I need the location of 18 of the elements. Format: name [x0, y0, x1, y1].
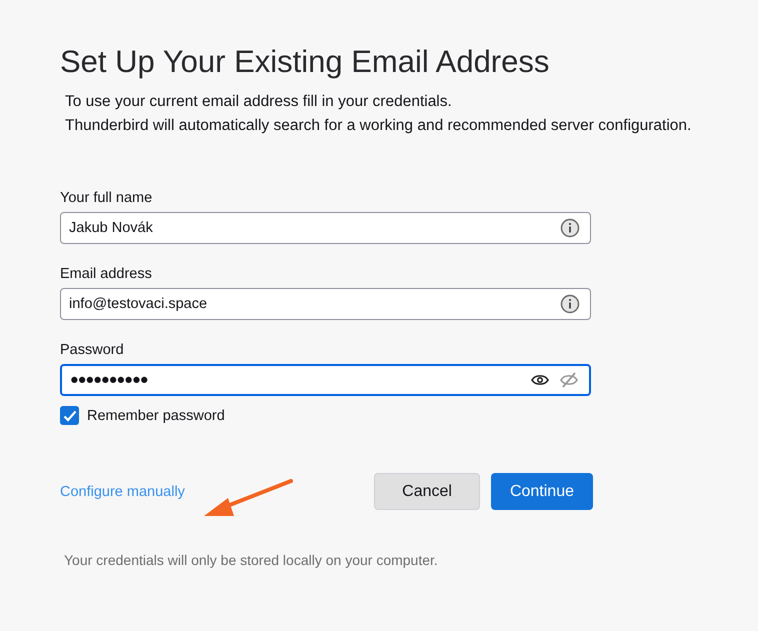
page-title: Set Up Your Existing Email Address — [60, 44, 550, 80]
description-text: To use your current email address fill in your credentials. — [65, 92, 453, 112]
eye-slash-icon[interactable] — [559, 371, 579, 389]
field-label: Your full name — [60, 190, 154, 206]
eye-icon[interactable] — [531, 373, 549, 387]
field-label: Password — [60, 342, 125, 358]
description-text: Thunderbird will automatically search for a working and recommended server configuration. — [65, 116, 692, 136]
checkbox[interactable] — [60, 406, 79, 425]
input-field[interactable]: Jakub Novák — [60, 212, 591, 244]
info-icon[interactable] — [560, 218, 580, 238]
cancel-button[interactable]: Cancel — [374, 473, 480, 510]
field-label: Email address — [60, 266, 153, 282]
info-icon[interactable] — [560, 294, 580, 314]
continue-button[interactable]: Continue — [490, 473, 593, 510]
checkbox-label: Remember password — [87, 408, 225, 424]
footer-note: Your credentials will only be stored locally on your computer. — [64, 552, 439, 568]
input-field[interactable]: info@testovaci.space — [60, 288, 591, 320]
password-field[interactable]: ●●●●●●●●●● — [60, 364, 591, 396]
